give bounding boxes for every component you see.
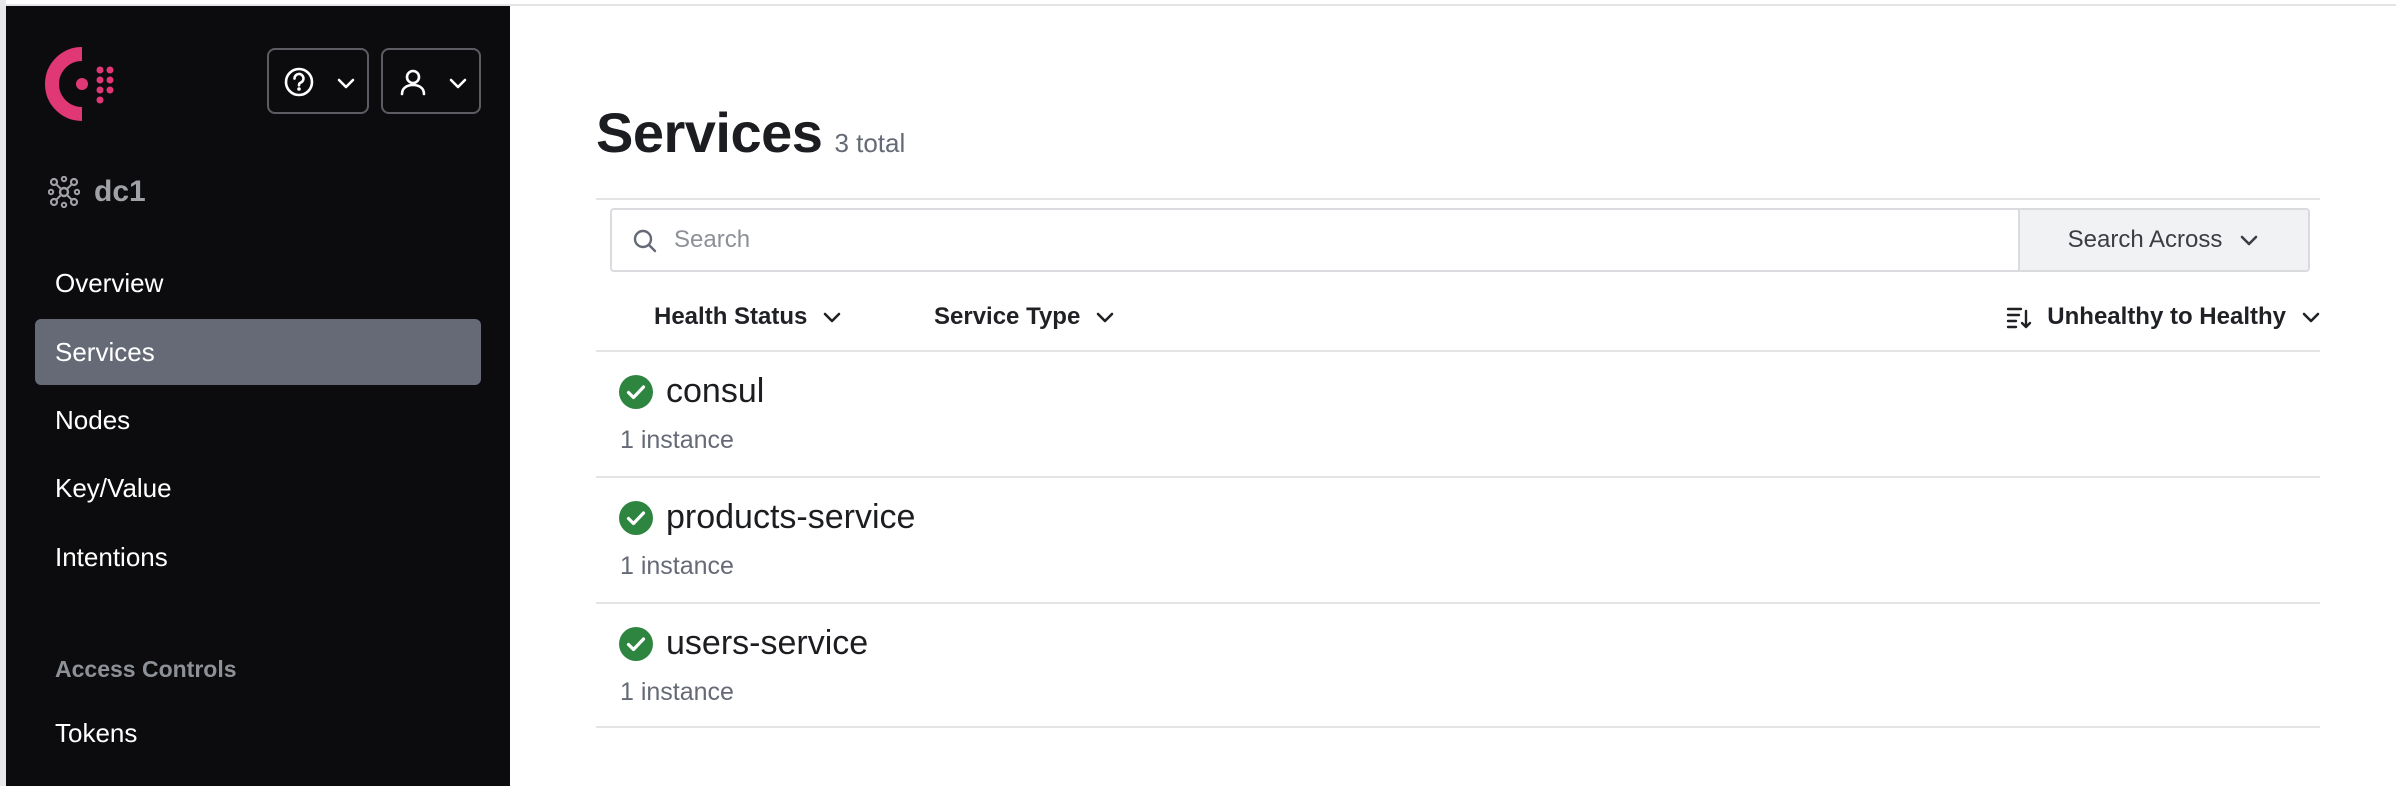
chevron-down-icon [2302, 312, 2320, 323]
service-link[interactable]: products-service [618, 498, 915, 537]
datacenter-label: dc1 [94, 175, 146, 208]
sidebar: dc1 Overview Services Nodes Key/Value In… [6, 6, 510, 786]
check-circle-icon [619, 374, 653, 409]
sort-descending-icon [2007, 307, 2032, 329]
check-circle-icon [619, 500, 653, 535]
user-menu-button[interactable] [381, 48, 481, 114]
search-input[interactable] [612, 210, 2018, 270]
service-row: products-service 1 instance [596, 476, 2320, 602]
nav-section-access-controls: Access Controls [55, 656, 237, 682]
nav-item-tokens[interactable]: Tokens [35, 700, 481, 766]
service-type-filter[interactable]: Service Type [934, 292, 1116, 342]
nav-item-nodes[interactable]: Nodes [35, 387, 481, 453]
service-row: users-service 1 instance [596, 602, 2320, 728]
filter-label: Health Status [654, 303, 808, 330]
nav-item-label: Intentions [55, 541, 168, 572]
service-name: products-service [666, 498, 916, 536]
search-across-button[interactable]: Search Across [2018, 210, 2308, 270]
sort-label: Unhealthy to Healthy [2047, 303, 2286, 330]
service-name: consul [666, 372, 765, 410]
nav-item-key-value[interactable]: Key/Value [35, 455, 481, 521]
chevron-down-icon [2241, 235, 2258, 246]
search-across-label: Search Across [2067, 226, 2223, 253]
check-circle-icon [619, 626, 653, 661]
service-name: users-service [666, 624, 869, 662]
service-instance-count: 1 instance [620, 426, 734, 454]
main-content: Services 3 total Search Across Health St… [510, 6, 2396, 786]
page-header: Services 3 total [596, 100, 905, 165]
total-count: 3 total [834, 128, 906, 158]
list-divider [596, 726, 2320, 728]
chevron-down-icon [337, 78, 355, 89]
sort-dropdown[interactable]: Unhealthy to Healthy [2005, 292, 2322, 342]
user-icon [400, 69, 426, 96]
page-title: Services [596, 101, 823, 164]
search-icon [633, 229, 657, 253]
nav-item-label: Key/Value [55, 472, 172, 503]
datacenter-selector[interactable]: dc1 [48, 172, 146, 212]
nav-item-services[interactable]: Services [35, 319, 481, 385]
nav-item-label: Nodes [55, 404, 131, 435]
service-link[interactable]: consul [618, 372, 764, 411]
service-row: consul 1 instance [596, 350, 2320, 476]
consul-logo-icon[interactable] [44, 46, 120, 122]
service-instance-count: 1 instance [620, 552, 734, 580]
cluster-icon [48, 176, 80, 208]
service-link[interactable]: users-service [618, 624, 868, 663]
nav-item-overview[interactable]: Overview [35, 250, 481, 316]
chevron-down-icon [449, 78, 467, 89]
nav-item-intentions[interactable]: Intentions [35, 524, 481, 590]
search-field [612, 210, 2018, 270]
consul-ui: dc1 Overview Services Nodes Key/Value In… [0, 0, 2396, 786]
chevron-down-icon [1097, 312, 1114, 323]
nav-item-label: Overview [55, 267, 164, 298]
health-status-filter[interactable]: Health Status [654, 292, 843, 342]
chevron-down-icon [824, 312, 841, 323]
service-instance-count: 1 instance [620, 678, 734, 706]
search-bar: Search Across [610, 208, 2310, 272]
help-menu-button[interactable] [267, 48, 369, 114]
header-divider [596, 198, 2320, 200]
question-circle-icon [284, 67, 314, 97]
filter-label: Service Type [934, 303, 1081, 330]
nav-item-label: Tokens [55, 717, 138, 748]
nav-item-label: Services [55, 336, 155, 367]
